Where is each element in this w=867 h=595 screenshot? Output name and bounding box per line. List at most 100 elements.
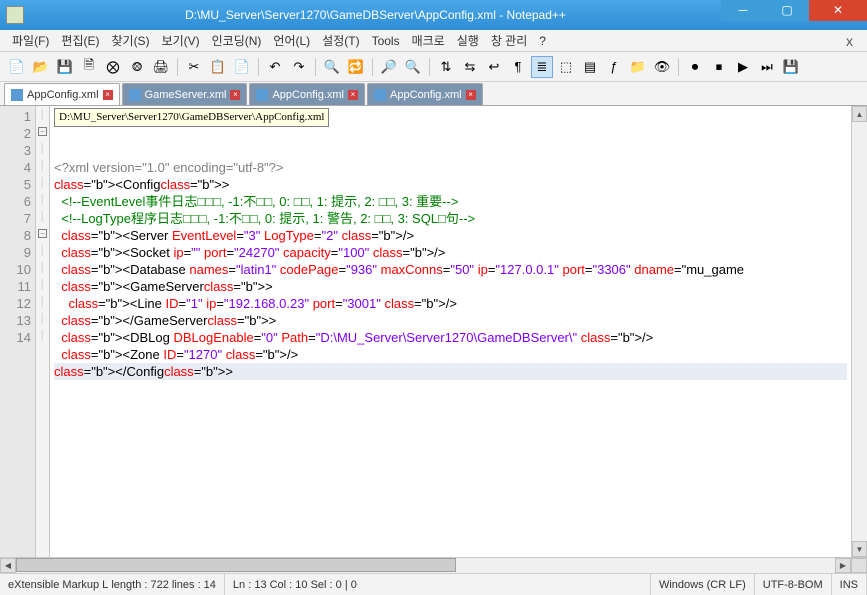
fold-cell[interactable]: │ xyxy=(36,208,49,225)
minimize-button[interactable]: ─ xyxy=(721,0,765,21)
menu-macro[interactable]: 매크로 xyxy=(406,30,451,51)
cut-icon[interactable]: ✂ xyxy=(183,56,205,78)
editor-area[interactable]: 1234567891011121314 │−│││││−││││││ D:\MU… xyxy=(0,106,867,557)
fold-toggle-icon[interactable]: − xyxy=(38,229,47,238)
menu-search[interactable]: 찾기(S) xyxy=(105,30,155,51)
fold-cell[interactable]: │ xyxy=(36,327,49,344)
sync-hscroll-icon[interactable]: ⇆ xyxy=(459,56,481,78)
save-all-icon[interactable]: 🗎 xyxy=(78,56,100,78)
menu-view[interactable]: 보기(V) xyxy=(156,30,206,51)
tab-close-icon[interactable]: × xyxy=(466,90,476,100)
status-eol[interactable]: Windows (CR LF) xyxy=(651,574,755,595)
menu-encoding[interactable]: 인코딩(N) xyxy=(206,30,268,51)
maximize-button[interactable]: ▢ xyxy=(765,0,809,21)
undo-icon[interactable]: ↶ xyxy=(264,56,286,78)
code-line[interactable]: class="b"><Server EventLevel="3" LogType… xyxy=(54,227,847,244)
tab-close-icon[interactable]: × xyxy=(348,90,358,100)
scroll-thumb[interactable] xyxy=(16,558,456,572)
fold-column[interactable]: │−│││││−││││││ xyxy=(36,106,50,557)
tab-close-icon[interactable]: × xyxy=(230,90,240,100)
tab-appconfig-1[interactable]: AppConfig.xml × xyxy=(4,83,120,105)
function-list-icon[interactable]: ƒ xyxy=(603,56,625,78)
code-area[interactable]: D:\MU_Server\Server1270\GameDBServer\App… xyxy=(50,106,851,557)
folder-workspace-icon[interactable]: 📁 xyxy=(627,56,649,78)
tab-appconfig-3[interactable]: AppConfig.xml × xyxy=(367,83,483,105)
fold-cell[interactable]: │ xyxy=(36,310,49,327)
fold-cell[interactable]: │ xyxy=(36,242,49,259)
close-button[interactable]: ✕ xyxy=(809,0,867,21)
horizontal-scrollbar[interactable]: ◀ ▶ xyxy=(0,557,867,573)
paste-icon[interactable]: 📄 xyxy=(231,56,253,78)
zoom-out-icon[interactable]: 🔍 xyxy=(402,56,424,78)
code-line[interactable]: <?xml version="1.0" encoding="utf-8"?> xyxy=(54,159,847,176)
fold-cell[interactable]: │ xyxy=(36,157,49,174)
code-line[interactable]: <!--EventLevel事件日志□□□, -1:不□□, 0: □□, 1:… xyxy=(54,193,847,210)
scroll-up-arrow-icon[interactable]: ▲ xyxy=(852,106,867,122)
fold-cell[interactable]: │ xyxy=(36,191,49,208)
menu-file[interactable]: 파일(F) xyxy=(6,30,55,51)
zoom-in-icon[interactable]: 🔎 xyxy=(378,56,400,78)
show-all-chars-icon[interactable]: ¶ xyxy=(507,56,529,78)
wordwrap-icon[interactable]: ↩ xyxy=(483,56,505,78)
fold-cell[interactable]: │ xyxy=(36,293,49,310)
new-file-icon[interactable]: 📄 xyxy=(6,56,28,78)
scroll-right-arrow-icon[interactable]: ▶ xyxy=(835,558,851,573)
code-line[interactable]: class="b"><Zone ID="1270" class="b">/> xyxy=(54,346,847,363)
code-line[interactable]: class="b"><DBLog DBLogEnable="0" Path="D… xyxy=(54,329,847,346)
indent-guide-icon[interactable]: ≣ xyxy=(531,56,553,78)
tab-appconfig-2[interactable]: AppConfig.xml × xyxy=(249,83,365,105)
fold-cell[interactable]: │ xyxy=(36,276,49,293)
menu-help[interactable]: ? xyxy=(533,32,552,50)
code-line[interactable] xyxy=(54,380,847,397)
menu-settings[interactable]: 설정(T) xyxy=(316,30,365,51)
stop-macro-icon[interactable]: ⏹ xyxy=(708,56,730,78)
menu-run[interactable]: 실행 xyxy=(451,30,485,51)
scroll-track[interactable] xyxy=(852,122,867,541)
menu-close-doc[interactable]: x xyxy=(838,33,861,49)
fold-cell[interactable]: − xyxy=(36,225,49,242)
fold-cell[interactable]: │ xyxy=(36,106,49,123)
monitor-icon[interactable]: 👁 xyxy=(651,56,673,78)
code-line[interactable]: class="b"><Line ID="1" ip="192.168.0.23"… xyxy=(54,295,847,312)
fold-cell[interactable]: │ xyxy=(36,140,49,157)
code-line[interactable]: <!--LogType程序日志□□□, -1:不□□, 0: 提示, 1: 警告… xyxy=(54,210,847,227)
code-line[interactable]: class="b"><Socket ip="" port="24270" cap… xyxy=(54,244,847,261)
scroll-left-arrow-icon[interactable]: ◀ xyxy=(0,558,16,573)
status-encoding[interactable]: UTF-8-BOM xyxy=(755,574,832,595)
tab-close-icon[interactable]: × xyxy=(103,90,113,100)
tab-gameserver[interactable]: GameServer.xml × xyxy=(122,83,248,105)
user-lang-icon[interactable]: ⬚ xyxy=(555,56,577,78)
close-file-icon[interactable]: ⨂ xyxy=(102,56,124,78)
find-icon[interactable]: 🔍 xyxy=(321,56,343,78)
copy-icon[interactable]: 📋 xyxy=(207,56,229,78)
doc-map-icon[interactable]: ▤ xyxy=(579,56,601,78)
menu-language[interactable]: 언어(L) xyxy=(267,30,316,51)
record-macro-icon[interactable]: ⏺ xyxy=(684,56,706,78)
fold-cell[interactable]: │ xyxy=(36,259,49,276)
save-icon[interactable]: 💾 xyxy=(54,56,76,78)
fold-toggle-icon[interactable]: − xyxy=(38,127,47,136)
scroll-down-arrow-icon[interactable]: ▼ xyxy=(852,541,867,557)
code-line[interactable]: class="b"><Database names="latin1" codeP… xyxy=(54,261,847,278)
code-line[interactable]: class="b"><GameServerclass="b">> xyxy=(54,278,847,295)
open-file-icon[interactable]: 📂 xyxy=(30,56,52,78)
scroll-track[interactable] xyxy=(456,558,835,573)
vertical-scrollbar[interactable]: ▲ ▼ xyxy=(851,106,867,557)
play-multi-icon[interactable]: ⏭ xyxy=(756,56,778,78)
play-macro-icon[interactable]: ▶ xyxy=(732,56,754,78)
code-line[interactable]: class="b"><Configclass="b">> xyxy=(54,176,847,193)
code-line[interactable]: class="b"></Configclass="b">> xyxy=(54,363,847,380)
fold-cell[interactable]: │ xyxy=(36,174,49,191)
menu-window[interactable]: 창 관리 xyxy=(485,30,533,51)
code-line[interactable]: class="b"></GameServerclass="b">> xyxy=(54,312,847,329)
print-icon[interactable]: 🖨 xyxy=(150,56,172,78)
sync-vscroll-icon[interactable]: ⇅ xyxy=(435,56,457,78)
fold-cell[interactable]: − xyxy=(36,123,49,140)
close-all-icon[interactable]: ⨷ xyxy=(126,56,148,78)
status-mode[interactable]: INS xyxy=(832,574,867,595)
save-macro-icon[interactable]: 💾 xyxy=(780,56,802,78)
replace-icon[interactable]: 🔁 xyxy=(345,56,367,78)
menu-edit[interactable]: 편집(E) xyxy=(55,30,105,51)
redo-icon[interactable]: ↷ xyxy=(288,56,310,78)
menu-tools[interactable]: Tools xyxy=(366,32,406,50)
